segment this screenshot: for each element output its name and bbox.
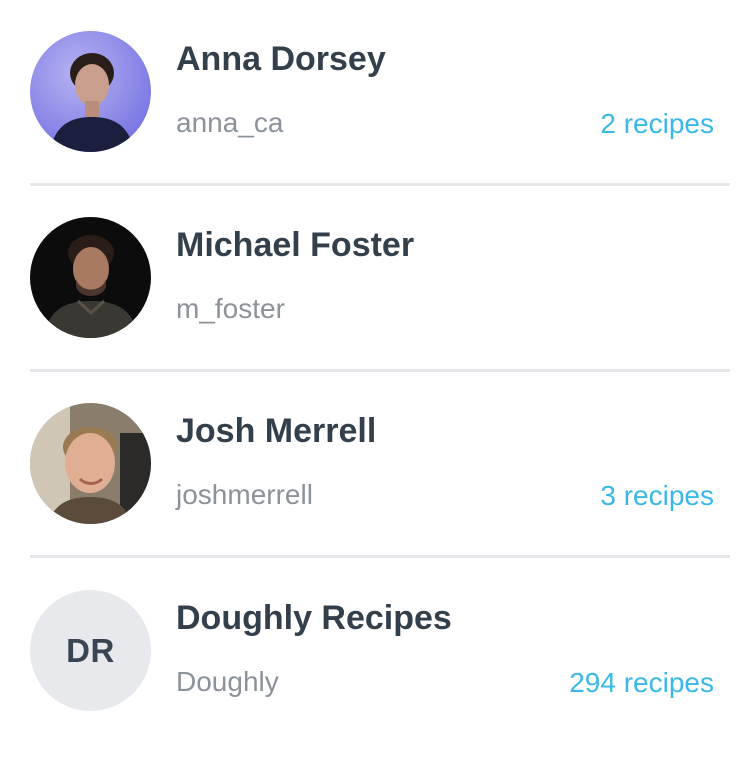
avatar xyxy=(30,31,151,152)
recipe-count: 2 recipes xyxy=(600,108,714,139)
list-item[interactable]: DR Doughly Recipes Doughly 294 recipes xyxy=(0,559,752,745)
recipe-count: 3 recipes xyxy=(600,480,714,511)
list-item[interactable]: Josh Merrell joshmerrell 3 recipes xyxy=(0,372,752,558)
user-name: Doughly Recipes xyxy=(176,599,452,637)
avatar xyxy=(30,217,151,338)
user-handle: Doughly xyxy=(176,666,279,697)
user-name: Anna Dorsey xyxy=(176,40,386,78)
list-item[interactable]: Michael Foster m_foster xyxy=(0,186,752,372)
user-handle: joshmerrell xyxy=(176,479,313,510)
divider xyxy=(30,555,730,558)
user-handle: m_foster xyxy=(176,293,285,324)
recipe-count: 294 recipes xyxy=(569,667,714,698)
list-item[interactable]: Anna Dorsey anna_ca 2 recipes xyxy=(0,0,752,186)
avatar xyxy=(30,403,151,524)
user-name: Josh Merrell xyxy=(176,412,377,450)
avatar: DR xyxy=(30,590,151,711)
user-name: Michael Foster xyxy=(176,226,415,264)
user-handle: anna_ca xyxy=(176,107,284,138)
